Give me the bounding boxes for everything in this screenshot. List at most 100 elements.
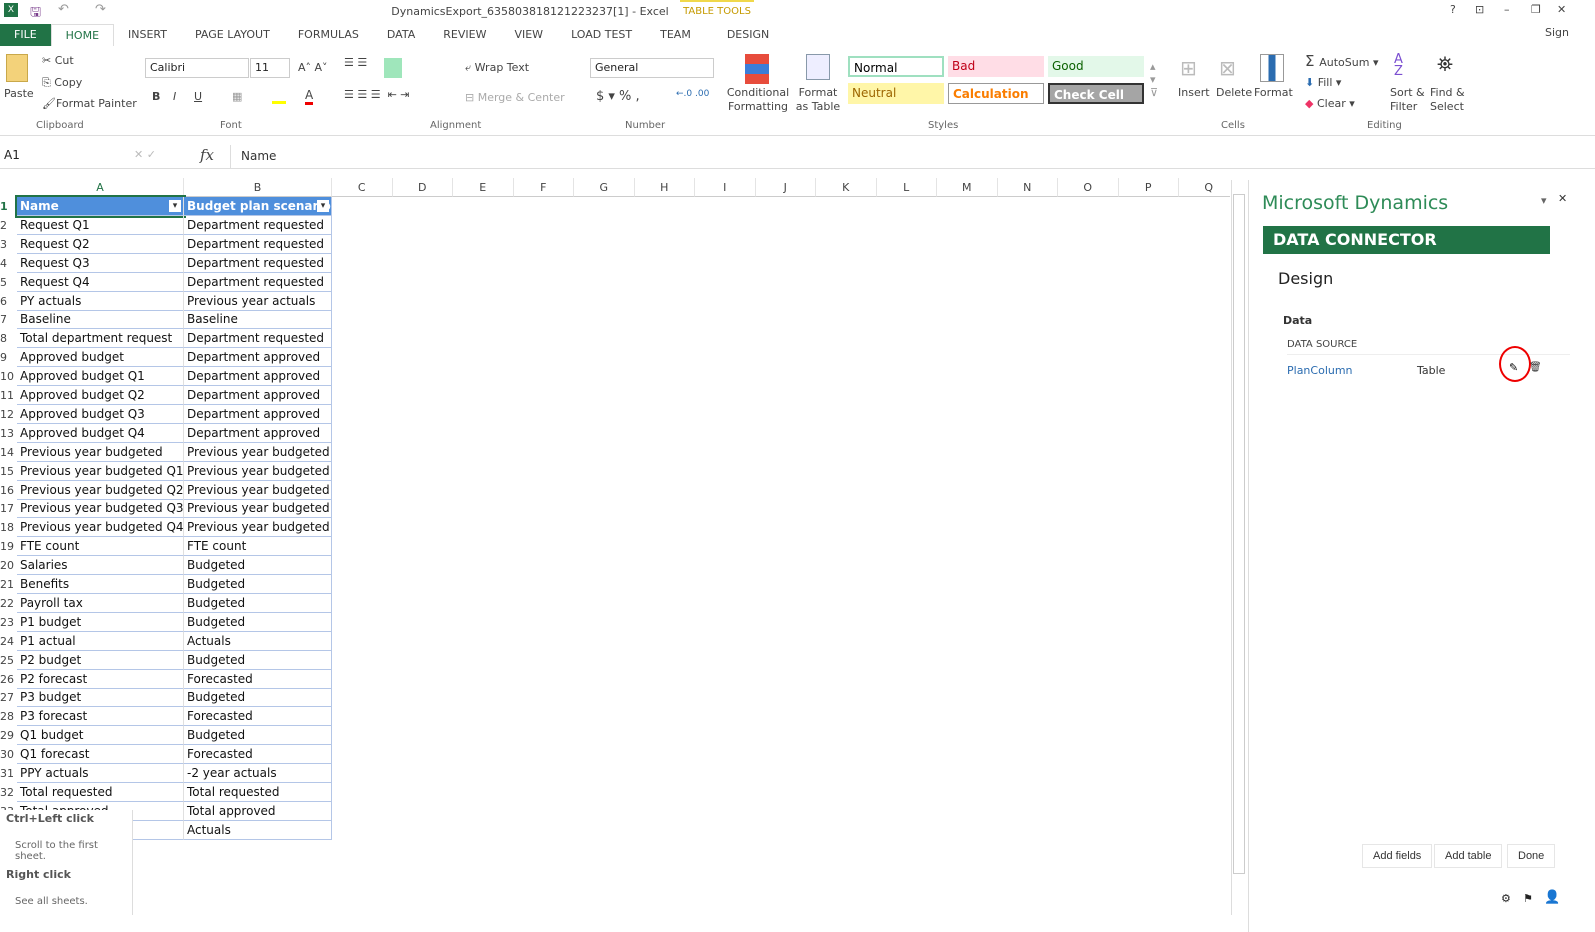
cell-scenario[interactable]: Forecasted [184, 707, 332, 727]
close-icon[interactable]: ✕ [1557, 3, 1566, 16]
column-header[interactable]: E [453, 178, 514, 197]
paste-button[interactable]: Paste [4, 87, 34, 100]
cell-scenario[interactable]: Total approved [184, 801, 332, 821]
font-size-select[interactable]: 11 [250, 58, 290, 78]
cell-scenario[interactable]: Department approved [184, 404, 332, 424]
row-number[interactable]: 30 [0, 745, 16, 764]
done-button[interactable]: Done [1507, 844, 1556, 868]
cell-scenario[interactable]: -2 year actuals [184, 764, 332, 783]
cell-scenario[interactable]: Department requested [184, 215, 332, 235]
cell-scenario[interactable]: Previous year budgeted [184, 480, 332, 500]
cell-scenario[interactable]: Previous year budgeted [184, 518, 332, 538]
column-header[interactable]: G [574, 178, 635, 197]
add-fields-button[interactable]: Add fields [1362, 844, 1433, 868]
sign-in-link[interactable]: Sign [1545, 26, 1569, 39]
row-number[interactable]: 22 [0, 594, 16, 613]
style-good[interactable]: Good [1048, 56, 1144, 77]
row-number[interactable]: 8 [0, 329, 16, 348]
cell-name[interactable]: Request Q4 [17, 272, 184, 292]
cell-scenario[interactable]: Total requested [184, 782, 332, 802]
autosum-button[interactable]: Σ AutoSum ▾ [1305, 52, 1379, 70]
column-header[interactable]: H [634, 178, 695, 197]
column-header[interactable]: O [1058, 178, 1119, 197]
cell-scenario[interactable]: Previous year actuals [184, 291, 332, 311]
row-number[interactable]: 1 [0, 197, 16, 216]
cell-name[interactable]: Q1 forecast [17, 745, 184, 765]
style-neutral[interactable]: Neutral [848, 83, 944, 104]
row-number[interactable]: 26 [0, 670, 16, 689]
horizontal-align-icons[interactable]: ☰ ☰ ☰ ⇤ ⇥ [344, 88, 410, 101]
ribbon-display-icon[interactable]: ⊡ [1475, 3, 1484, 16]
cell-scenario[interactable]: Department approved [184, 367, 332, 387]
row-number[interactable]: 5 [0, 273, 16, 292]
cell-scenario[interactable]: Budgeted [184, 556, 332, 576]
italic-button[interactable]: I [173, 90, 176, 103]
cell-scenario[interactable]: Baseline [184, 310, 332, 330]
spreadsheet-grid[interactable]: A B C D E F G H I J K L M N O P Q 1 Name ▾ Budget plan scena… [0, 178, 1230, 918]
minimize-icon[interactable]: – [1504, 3, 1510, 16]
tab-data[interactable]: DATA [373, 24, 429, 46]
format-painter-button[interactable]: 🖌Format Painter [42, 97, 137, 110]
cell-name[interactable]: Previous year budgeted Q1 [17, 461, 184, 481]
bold-button[interactable]: B [152, 90, 160, 103]
row-number[interactable]: 32 [0, 783, 16, 802]
cell-name[interactable]: P2 forecast [17, 669, 184, 689]
column-header[interactable]: F [513, 178, 574, 197]
row-number[interactable]: 15 [0, 462, 16, 481]
tab-page-layout[interactable]: PAGE LAYOUT [181, 24, 284, 46]
row-number[interactable]: 7 [0, 310, 16, 329]
row-number[interactable]: 10 [0, 367, 16, 386]
cell-scenario[interactable]: Budgeted [184, 575, 332, 594]
column-header[interactable]: K [816, 178, 877, 197]
cell-scenario[interactable]: Department approved [184, 386, 332, 405]
function-icon[interactable]: fx [200, 146, 214, 164]
row-number[interactable]: 31 [0, 764, 16, 783]
delete-cells-button[interactable]: Delete [1216, 86, 1252, 99]
cell-scenario[interactable]: Forecasted [184, 669, 332, 689]
cell-name[interactable]: Q1 budget [17, 726, 184, 746]
vertical-scrollbar[interactable] [1231, 180, 1246, 915]
cell-name[interactable]: Request Q1 [17, 215, 184, 235]
user-icon[interactable]: 👤 [1544, 890, 1560, 905]
sort-filter-button[interactable]: Sort & Filter [1390, 86, 1430, 114]
tab-team[interactable]: TEAM [646, 24, 705, 46]
tab-load-test[interactable]: LOAD TEST [557, 24, 646, 46]
tab-home[interactable]: HOME [50, 24, 115, 46]
row-number[interactable]: 29 [0, 726, 16, 745]
cell-name[interactable]: Benefits [17, 575, 184, 594]
row-number[interactable]: 16 [0, 481, 16, 500]
cell-scenario[interactable]: Budgeted [184, 593, 332, 613]
find-select-button[interactable]: Find & Select [1430, 86, 1472, 114]
cell-name[interactable]: P3 budget [17, 688, 184, 708]
cell-name[interactable]: P3 forecast [17, 707, 184, 727]
edit-pencil-icon[interactable]: ✎ [1509, 361, 1518, 374]
column-header[interactable]: A [17, 178, 184, 197]
settings-gear-icon[interactable]: ⚙ [1501, 892, 1511, 905]
column-header[interactable]: C [332, 178, 393, 197]
cell-scenario[interactable]: Previous year budgeted [184, 499, 332, 519]
number-format-select[interactable]: General [590, 58, 714, 78]
pane-close-icon[interactable]: ✕ [1558, 192, 1567, 205]
formula-input[interactable]: Name [230, 145, 1590, 168]
cell-scenario[interactable]: Department approved [184, 423, 332, 443]
cell-name[interactable]: Request Q3 [17, 253, 184, 273]
tab-insert[interactable]: INSERT [114, 24, 181, 46]
row-number[interactable]: 11 [0, 386, 16, 405]
decimal-buttons[interactable]: ←.0 .00 [676, 89, 709, 99]
cell-scenario[interactable]: FTE count [184, 537, 332, 557]
row-number[interactable]: 18 [0, 518, 16, 537]
format-cells-button[interactable]: Format [1254, 86, 1293, 99]
tab-review[interactable]: REVIEW [429, 24, 500, 46]
row-number[interactable]: 17 [0, 499, 16, 518]
cut-button[interactable]: ✂ Cut [42, 54, 74, 67]
cell-name[interactable]: Approved budget Q4 [17, 423, 184, 443]
column-header[interactable]: I [695, 178, 756, 197]
cell-name[interactable]: FTE count [17, 537, 184, 557]
style-calculation[interactable]: Calculation [948, 83, 1044, 104]
column-header[interactable]: B [184, 178, 332, 197]
help-icon[interactable]: ? [1450, 3, 1456, 16]
fill-color-icon[interactable] [272, 92, 286, 104]
cell-scenario[interactable]: Forecasted [184, 745, 332, 765]
add-table-button[interactable]: Add table [1434, 844, 1503, 868]
pane-options-icon[interactable]: ▾ [1541, 194, 1547, 207]
